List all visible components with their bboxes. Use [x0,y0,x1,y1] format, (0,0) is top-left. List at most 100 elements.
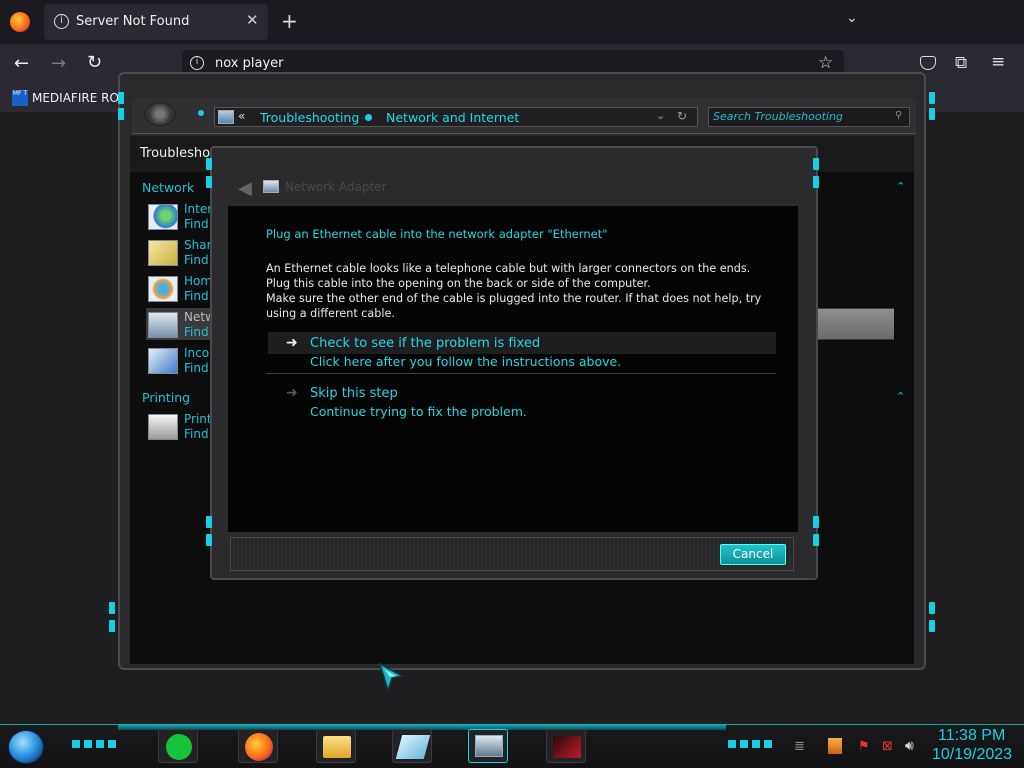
firefox-taskbar-icon [245,733,273,761]
troubleshooter-icon [475,735,503,757]
taskbar [0,724,1024,768]
tab-server-not-found[interactable]: i Server Not Found ✕ [44,4,268,40]
clock-time: 11:38 PM [938,727,1006,744]
bookmark-star-icon[interactable]: ☆ [818,53,833,73]
firefox-icon[interactable] [10,12,30,32]
dialog-accent [206,176,212,188]
dialog-back-icon[interactable]: ◀ [238,178,252,199]
list-item[interactable]: Print Find [148,412,218,442]
item-sub: Find [184,289,209,303]
selected-row-highlight-edge [812,309,894,339]
tray-app-icon[interactable] [828,738,842,754]
frame-accent [929,620,935,632]
breadcrumb-network[interactable]: Network and Internet [386,110,519,125]
item-title: Print [184,412,212,426]
tray-clock[interactable]: 11:38 PM 10/19/2023 [926,727,1020,767]
cancel-button[interactable]: Cancel [720,544,786,565]
new-tab-icon[interactable]: + [281,9,298,33]
notes-app-icon [166,734,192,760]
back-icon[interactable]: ← [14,53,29,74]
breadcrumb-troubleshooting[interactable]: Troubleshooting [260,110,359,125]
reload-icon[interactable]: ↻ [87,52,102,73]
address-bar[interactable]: « Troubleshooting Network and Internet ⌄… [214,107,698,127]
incoming-connections-icon [148,348,178,374]
tab-list-chevron-icon[interactable]: ⌄ [846,10,858,26]
clock-date: 10/19/2023 [932,746,1013,763]
skip-step-command[interactable]: ➜ Skip this step Continue trying to fix … [268,384,776,422]
tray-volume-icon[interactable]: 🔊︎ [905,738,914,754]
dialog-accent [206,534,212,546]
internet-globe-icon [148,204,178,230]
menu-icon[interactable]: ≡ [991,52,1005,72]
start-orb-icon[interactable] [8,730,44,764]
check-problem-fixed-command[interactable]: ➜ Check to see if the problem is fixed C… [268,334,776,372]
item-sub: Find [184,253,209,267]
printer-icon [148,414,178,440]
list-item[interactable]: Inter Find [148,202,218,232]
close-tab-icon[interactable]: ✕ [246,11,259,29]
bookmark-mediafire[interactable]: MF T MEDIAFIRE RO [10,88,119,108]
taskbar-deco-left [72,740,116,748]
section-network-label: Network [142,180,195,195]
dialog-body-2: Make sure the other end of the cable is … [266,292,762,320]
command-title: Check to see if the problem is fixed [310,336,541,351]
tray-stack-icon[interactable]: ≣ [794,739,805,754]
taskbar-deco-right [728,740,772,748]
taskbar-red-app[interactable] [546,729,586,763]
collapse-printing-icon[interactable]: ⌃ [896,390,905,403]
frame-accent [109,620,115,632]
tray-action-center-icon[interactable]: ⚑ [858,739,870,754]
section-printing-label: Printing [142,390,191,405]
search-icon[interactable]: ⚲ [895,110,902,121]
item-sub: Find [184,217,209,231]
taskbar-notes-app[interactable] [158,729,198,763]
overflow-chevron-icon[interactable]: « [238,109,245,123]
dialog-accent [813,176,819,188]
frame-accent [929,92,935,104]
list-item[interactable]: Share Find [148,238,219,268]
url-info-icon: i [190,56,204,70]
url-input[interactable]: nox player [215,56,284,71]
list-item[interactable]: Hom Find [148,274,218,304]
extensions-icon[interactable]: ⧉ [955,53,967,73]
forward-icon[interactable]: → [51,53,66,74]
dialog-title: Network Adapter [285,180,387,194]
taskbar-firefox[interactable] [238,729,278,763]
dialog-accent [206,158,212,170]
search-box[interactable]: Search Troubleshooting ⚲ [708,107,910,127]
command-divider [266,373,776,374]
taskbar-file-explorer[interactable] [316,729,356,763]
address-dropdown-icon[interactable]: ⌄ [656,109,665,122]
shared-folders-icon [148,240,178,266]
mouse-cursor-icon [378,662,404,692]
dialog-accent [813,158,819,170]
refresh-icon[interactable]: ↻ [677,109,687,123]
breadcrumb-separator-icon [365,114,372,121]
bookmark-label: MEDIAFIRE RO [32,91,119,105]
tray-network-icon[interactable]: ⊠ [882,739,893,754]
frame-accent [118,108,124,120]
network-adapter-icon [148,312,178,338]
paint-app-icon [395,735,431,759]
taskbar-troubleshooter[interactable] [468,729,508,763]
command-subtitle: Continue trying to fix the problem. [310,404,527,419]
collapse-network-icon[interactable]: ⌃ [896,180,905,193]
back-orb-icon[interactable] [144,102,176,126]
dialog-heading: Plug an Ethernet cable into the network … [266,227,608,241]
dialog-body-1: An Ethernet cable looks like a telephone… [266,262,751,290]
item-title: Hom [184,274,213,288]
dialog-title-icon [263,180,279,193]
search-input[interactable]: Search Troubleshooting [713,110,843,123]
dialog-accent [813,534,819,546]
item-title: Inter [184,202,213,216]
frame-accent [929,602,935,614]
command-subtitle: Click here after you follow the instruct… [310,354,622,369]
command-title: Skip this step [310,386,398,401]
dialog-accent [206,516,212,528]
frame-accent [929,108,935,120]
dialog-accent [813,516,819,528]
list-item-selected[interactable]: Netw Find [148,310,218,340]
taskbar-paint-app[interactable] [392,729,432,763]
arrow-right-dim-icon: ➜ [286,385,298,401]
list-item[interactable]: Incor Find [148,346,218,376]
